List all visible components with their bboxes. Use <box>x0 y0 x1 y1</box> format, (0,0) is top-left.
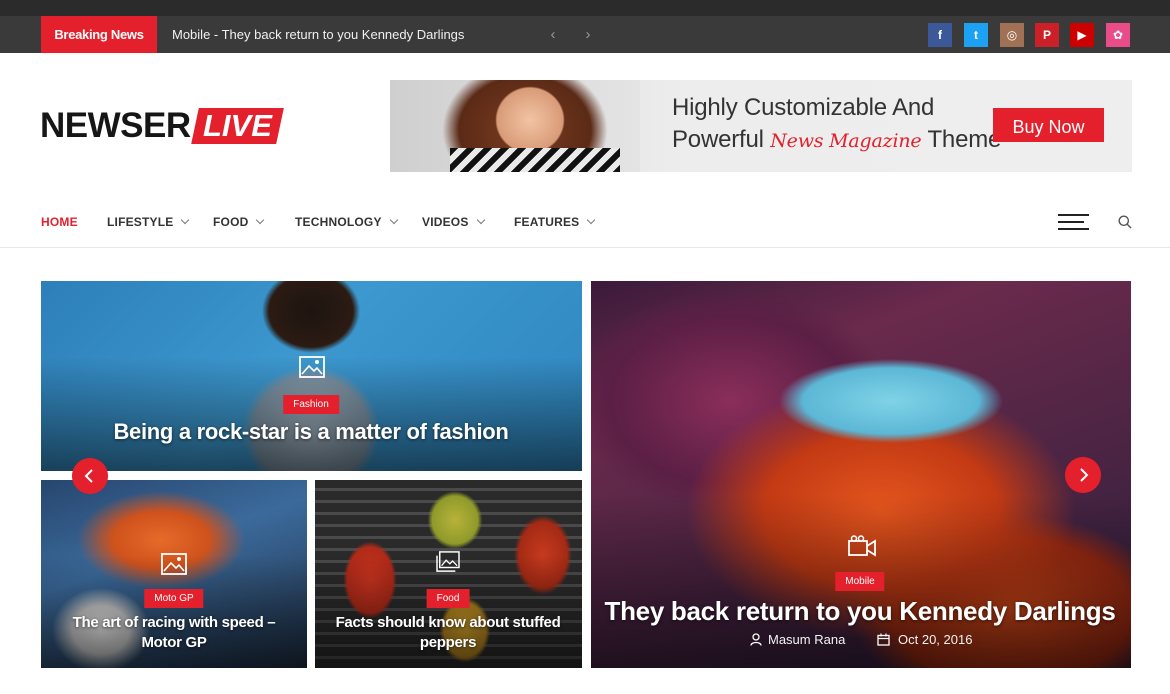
chevron-down-icon <box>256 215 265 225</box>
ad-script-text: News Magazine <box>770 130 922 152</box>
category-badge[interactable]: Moto GP <box>144 589 204 608</box>
category-badge[interactable]: Fashion <box>283 395 339 414</box>
buy-now-button[interactable]: Buy Now <box>993 108 1104 142</box>
breaking-news-label: Breaking News <box>41 16 157 53</box>
post-card-motogp[interactable]: Moto GP The art of racing with speed – M… <box>41 480 307 668</box>
ticker-prev-button[interactable]: ‹ <box>543 16 563 53</box>
main-nav: HOME LIFESTYLE FOOD TECHNOLOGY VIDEOS FE… <box>0 196 1170 248</box>
site-logo[interactable]: NEWSER LIVE <box>40 106 284 145</box>
post-title[interactable]: Facts should know about stuffed peppers <box>318 613 578 653</box>
logo-live-badge: LIVE <box>190 108 284 144</box>
ad-headline-line2: Powerful News Magazine Theme <box>672 126 1001 154</box>
header-ad-banner[interactable]: Highly Customizable And Powerful News Ma… <box>390 80 1132 172</box>
gallery-icon <box>436 551 460 572</box>
youtube-icon[interactable]: ▶ <box>1070 23 1094 47</box>
nav-lifestyle-label: LIFESTYLE <box>107 215 174 229</box>
post-title[interactable]: They back return to you Kennedy Darlings <box>605 596 1116 627</box>
nav-food[interactable]: FOOD <box>213 196 265 248</box>
logo-live-text: LIVE <box>202 108 272 143</box>
ad-line2-end: Theme <box>927 126 1002 153</box>
nav-lifestyle[interactable]: LIFESTYLE <box>107 196 190 248</box>
ad-line2-start: Powerful <box>672 126 764 153</box>
breaking-news-bar: Breaking News Mobile - They back return … <box>0 16 1170 53</box>
logo-text: NEWSER <box>40 106 191 145</box>
menu-icon[interactable] <box>1058 214 1089 230</box>
nav-videos-label: VIDEOS <box>422 215 469 229</box>
category-badge[interactable]: Food <box>426 589 470 608</box>
post-title[interactable]: The art of racing with speed – Motor GP <box>49 613 299 653</box>
post-card-food[interactable]: Food Facts should know about stuffed pep… <box>315 480 582 668</box>
post-title-line2: peppers <box>419 634 477 651</box>
search-icon[interactable] <box>1118 215 1132 229</box>
nav-food-label: FOOD <box>213 215 249 229</box>
post-card-mobile[interactable]: Mobile They back return to you Kennedy D… <box>591 281 1131 668</box>
nav-technology-label: TECHNOLOGY <box>295 215 382 229</box>
breaking-news-headline[interactable]: Mobile - They back return to you Kennedy… <box>172 16 464 53</box>
post-author[interactable]: Masum Rana <box>750 632 845 647</box>
video-camera-icon <box>848 535 876 557</box>
image-icon <box>299 356 325 378</box>
post-title-line1: Facts should know about stuffed <box>335 614 561 631</box>
facebook-icon[interactable]: f <box>928 23 952 47</box>
nav-home[interactable]: HOME <box>41 196 78 248</box>
calendar-icon <box>877 633 890 646</box>
chevron-down-icon <box>587 215 596 225</box>
author-name: Masum Rana <box>768 632 846 647</box>
image-icon <box>161 553 187 575</box>
nav-features[interactable]: FEATURES <box>514 196 596 248</box>
slider-next-button[interactable] <box>1065 457 1101 493</box>
top-strip <box>0 0 1170 16</box>
post-title[interactable]: Being a rock-star is a matter of fashion <box>113 419 508 445</box>
date-text: Oct 20, 2016 <box>898 632 973 647</box>
post-date: Oct 20, 2016 <box>877 632 972 647</box>
chevron-down-icon <box>181 215 190 225</box>
nav-technology[interactable]: TECHNOLOGY <box>295 196 398 248</box>
ad-photo-detail <box>450 148 620 172</box>
post-card-fashion[interactable]: Fashion Being a rock-star is a matter of… <box>41 281 582 471</box>
ticker-next-button[interactable]: › <box>578 16 598 53</box>
dribbble-icon[interactable]: ✿ <box>1106 23 1130 47</box>
category-badge[interactable]: Mobile <box>835 572 885 591</box>
twitter-icon[interactable]: t <box>964 23 988 47</box>
slider-prev-button[interactable] <box>72 458 108 494</box>
ad-headline-line1: Highly Customizable And <box>672 94 935 121</box>
nav-videos[interactable]: VIDEOS <box>422 196 485 248</box>
user-icon <box>750 633 762 646</box>
post-title-line2: Motor GP <box>141 634 207 651</box>
pinterest-icon[interactable]: P <box>1035 23 1059 47</box>
chevron-down-icon <box>389 215 398 225</box>
nav-home-label: HOME <box>41 215 78 229</box>
chevron-down-icon <box>476 215 485 225</box>
nav-features-label: FEATURES <box>514 215 580 229</box>
instagram-icon[interactable]: ◎ <box>1000 23 1024 47</box>
post-title-line1: The art of racing with speed – <box>72 614 276 631</box>
